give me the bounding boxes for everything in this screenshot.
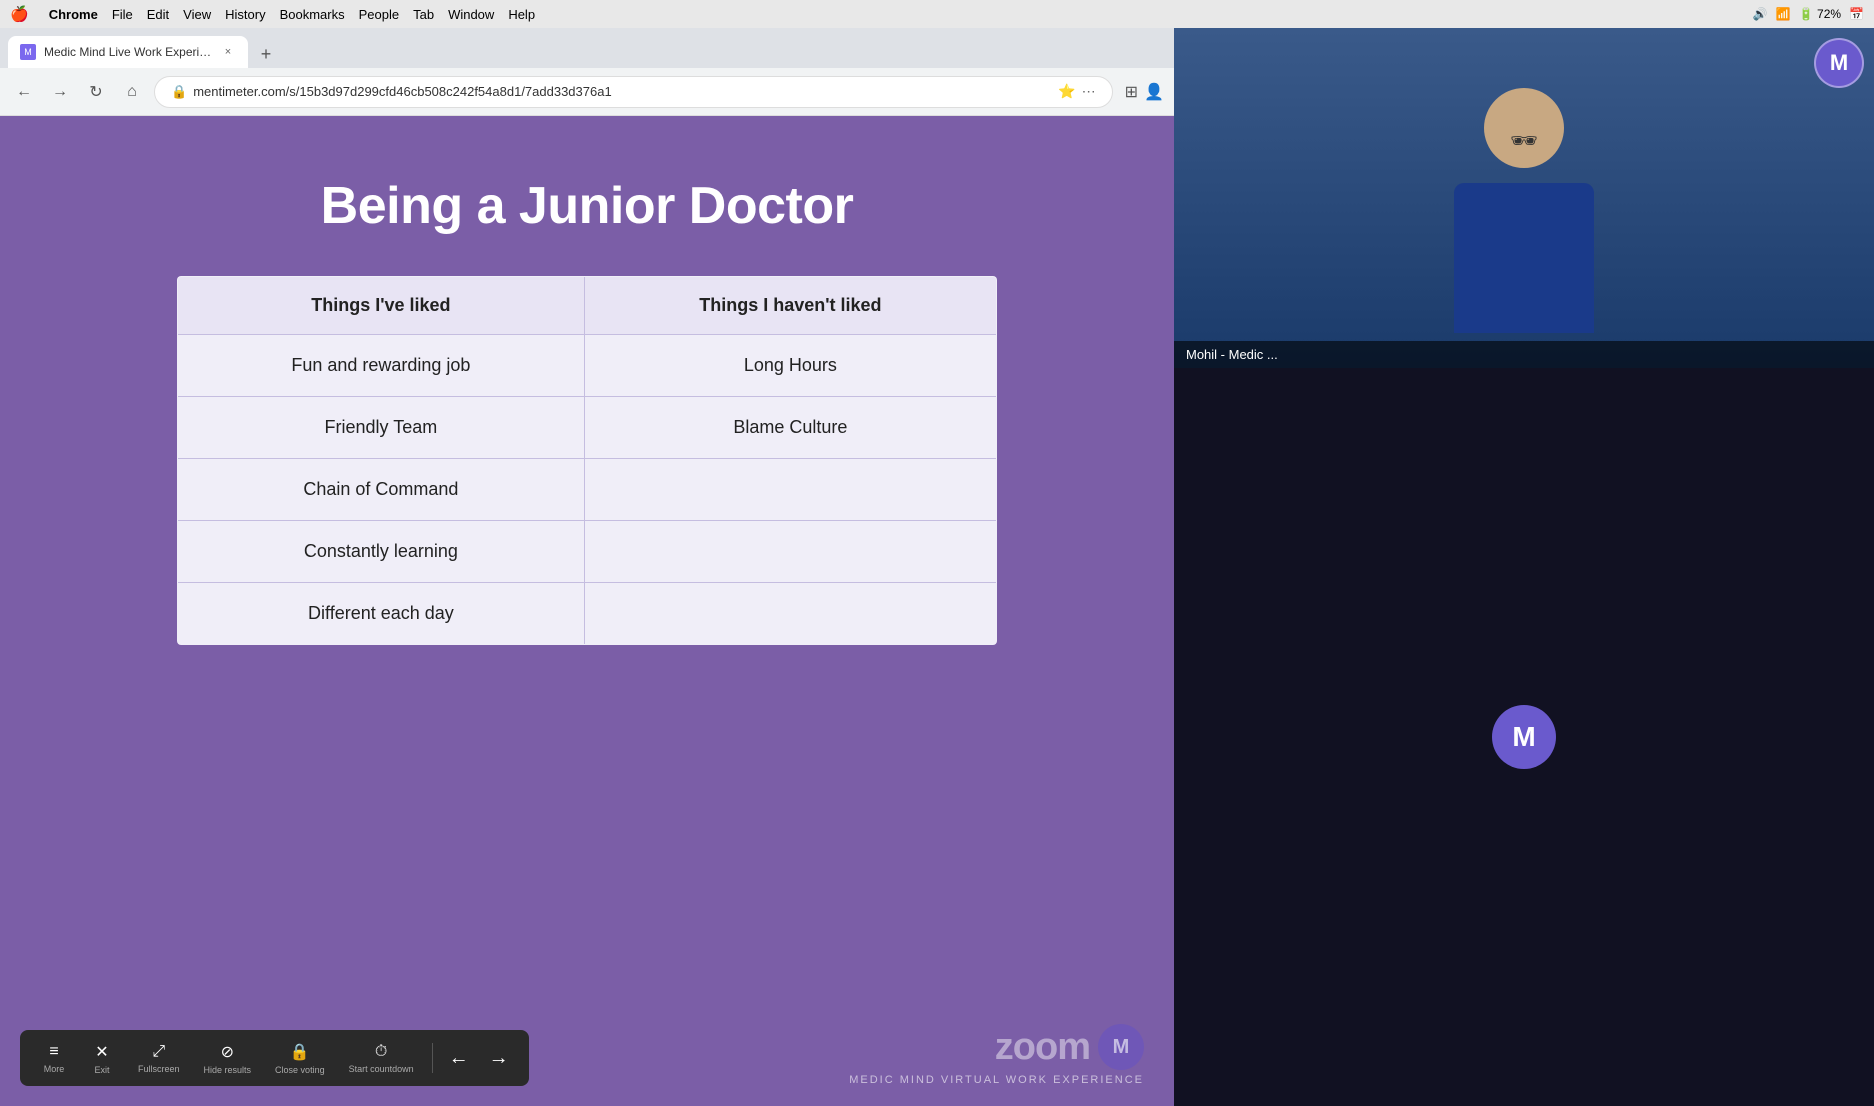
video-participant: 🕶 Mohil - Medic ... M — [1174, 28, 1874, 368]
start-countdown-label: Start countdown — [349, 1064, 414, 1074]
not-liked-cell — [584, 583, 996, 645]
participant-avatar: M — [1814, 38, 1864, 88]
exit-button[interactable]: ✕ Exit — [80, 1036, 124, 1081]
liked-cell: Fun and rewarding job — [178, 335, 585, 397]
tab-title: Medic Mind Live Work Experie… — [44, 45, 212, 59]
self-avatar: M — [1492, 705, 1556, 769]
active-tab[interactable]: M Medic Mind Live Work Experie… × — [8, 36, 248, 68]
glasses-icon: 🕶 — [1510, 128, 1538, 154]
tab-bar: M Medic Mind Live Work Experie… × + — [0, 28, 1174, 68]
col2-header: Things I haven't liked — [584, 277, 996, 335]
zoom-avatar: M — [1098, 1024, 1144, 1070]
menu-tab[interactable]: Tab — [413, 7, 434, 22]
forward-button[interactable]: → — [46, 78, 74, 106]
mac-menubar: 🍎 Chrome File Edit View History Bookmark… — [0, 0, 1874, 28]
exit-icon: ✕ — [95, 1042, 108, 1062]
slide-title: Being a Junior Doctor — [321, 176, 854, 236]
table-row: Different each day — [178, 583, 997, 645]
zoom-logo: zoom — [995, 1026, 1090, 1069]
tab-close-button[interactable]: × — [220, 44, 236, 60]
liked-cell: Friendly Team — [178, 397, 585, 459]
not-liked-cell — [584, 459, 996, 521]
next-slide-button[interactable]: → — [481, 1040, 517, 1076]
address-input[interactable]: 🔒 mentimeter.com/s/15b3d97d299cfd46cb508… — [154, 76, 1113, 108]
not-liked-cell — [584, 521, 996, 583]
browser-window: M Medic Mind Live Work Experie… × + ← → … — [0, 28, 1174, 1106]
menu-edit[interactable]: Edit — [147, 7, 169, 22]
menu-bookmarks[interactable]: Bookmarks — [280, 7, 345, 22]
zoom-rest-panel: M — [1174, 368, 1874, 1106]
menu-people[interactable]: People — [359, 7, 399, 22]
address-bar-icons: ⭐ ⋯ — [1058, 83, 1095, 100]
table-row: Chain of Command — [178, 459, 997, 521]
person-body — [1454, 183, 1594, 333]
col1-header: Things I've liked — [178, 277, 585, 335]
comparison-table: Things I've liked Things I haven't liked… — [177, 276, 997, 645]
lock-icon: 🔒 — [290, 1042, 310, 1062]
tab-favicon: M — [20, 44, 36, 60]
table-row: Friendly Team Blame Culture — [178, 397, 997, 459]
countdown-icon: ⏱ — [375, 1043, 387, 1061]
participant-name-bar: Mohil - Medic ... — [1174, 341, 1874, 368]
fullscreen-icon: ⤢ — [152, 1043, 165, 1061]
menu-view[interactable]: View — [183, 7, 211, 22]
hide-results-label: Hide results — [204, 1065, 252, 1075]
menu-window[interactable]: Window — [448, 7, 494, 22]
fullscreen-label: Fullscreen — [138, 1064, 180, 1074]
more-icon: ≡ — [49, 1043, 58, 1061]
hide-results-icon: ⊘ — [221, 1042, 234, 1062]
menu-file[interactable]: File — [112, 7, 133, 22]
participant-name: Mohil - Medic ... — [1186, 347, 1278, 362]
menu-items: Chrome File Edit View History Bookmarks … — [49, 7, 535, 22]
menu-chrome[interactable]: Chrome — [49, 7, 98, 22]
participant-video: 🕶 — [1174, 28, 1874, 368]
new-tab-button[interactable]: + — [252, 40, 280, 68]
liked-cell: Constantly learning — [178, 521, 585, 583]
medic-mind-label: MEDIC MIND VIRTUAL WORK EXPERIENCE — [849, 1074, 1144, 1086]
prev-slide-button[interactable]: ← — [441, 1040, 477, 1076]
zoom-panel: 🕶 Mohil - Medic ... M M — [1174, 28, 1874, 1106]
menu-history[interactable]: History — [225, 7, 265, 22]
more-label: More — [44, 1064, 65, 1074]
liked-cell: Different each day — [178, 583, 585, 645]
extension-icons: ⊞ 👤 — [1125, 82, 1164, 102]
close-voting-label: Close voting — [275, 1065, 325, 1075]
more-button[interactable]: ≡ More — [32, 1037, 76, 1080]
bottom-toolbar: ≡ More ✕ Exit ⤢ Fullscreen ⊘ Hide result… — [20, 1030, 529, 1086]
liked-cell: Chain of Command — [178, 459, 585, 521]
zoom-watermark: zoom M MEDIC MIND VIRTUAL WORK EXPERIENC… — [849, 1024, 1144, 1086]
not-liked-cell: Long Hours — [584, 335, 996, 397]
url-text: mentimeter.com/s/15b3d97d299cfd46cb508c2… — [193, 84, 1052, 99]
apple-logo-icon: 🍎 — [10, 5, 29, 23]
start-countdown-button[interactable]: ⏱ Start countdown — [339, 1037, 424, 1080]
table-row: Fun and rewarding job Long Hours — [178, 335, 997, 397]
exit-label: Exit — [94, 1065, 109, 1075]
presentation-area: Being a Junior Doctor Things I've liked … — [0, 116, 1174, 1106]
system-tray: 🔊 📶 🔋 72% 📅 — [1753, 7, 1864, 21]
table-row: Constantly learning — [178, 521, 997, 583]
menu-help[interactable]: Help — [508, 7, 535, 22]
hide-results-button[interactable]: ⊘ Hide results — [194, 1036, 262, 1081]
fullscreen-button[interactable]: ⤢ Fullscreen — [128, 1037, 190, 1080]
not-liked-cell: Blame Culture — [584, 397, 996, 459]
back-button[interactable]: ← — [10, 78, 38, 106]
home-button[interactable]: ⌂ — [118, 78, 146, 106]
address-bar-row: ← → ↻ ⌂ 🔒 mentimeter.com/s/15b3d97d299cf… — [0, 68, 1174, 116]
reload-button[interactable]: ↻ — [82, 78, 110, 106]
close-voting-button[interactable]: 🔒 Close voting — [265, 1036, 335, 1081]
toolbar-divider — [432, 1043, 433, 1073]
